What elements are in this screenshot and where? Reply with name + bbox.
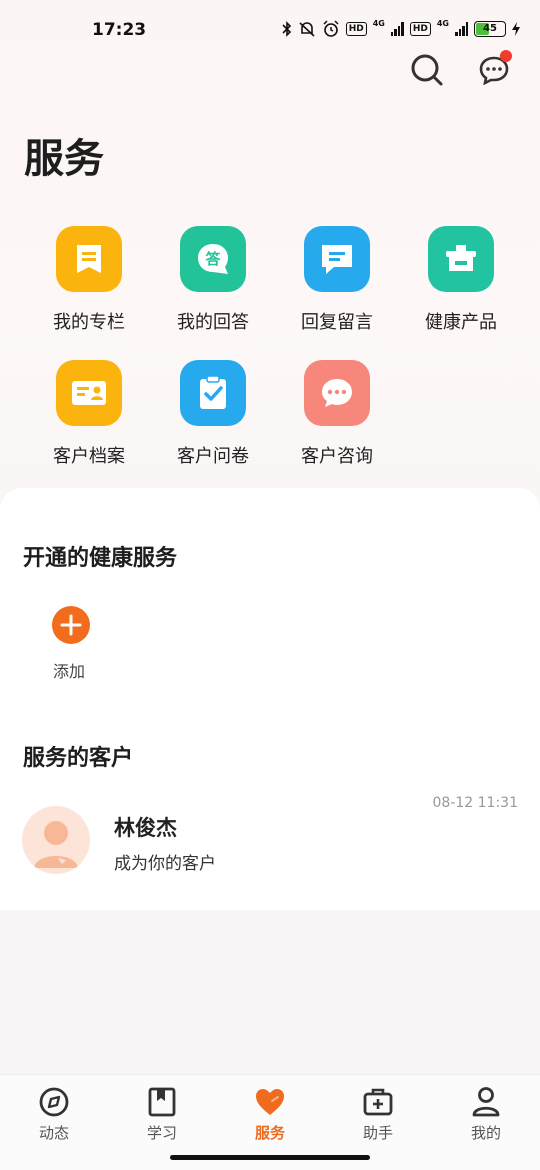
tab-label: 学习: [146, 1124, 177, 1142]
service-label: 我的专栏: [53, 312, 125, 333]
search-button[interactable]: [407, 50, 447, 90]
network-type: 4G: [372, 19, 385, 28]
customer-time: 08-12 11:31: [432, 795, 518, 811]
service-label: 客户问卷: [177, 446, 249, 467]
questionnaire-icon: [180, 360, 246, 426]
network-type: 4G: [436, 19, 449, 28]
hd-badge: HD: [345, 22, 367, 36]
tab-study[interactable]: 学习: [108, 1085, 216, 1143]
tab-assistant[interactable]: 助手: [324, 1085, 432, 1143]
service-questionnaire[interactable]: 客户问卷: [151, 360, 275, 490]
battery-level: 45: [483, 23, 497, 34]
health-product-icon: [428, 226, 494, 292]
alarm-icon: [322, 20, 340, 38]
add-service-label: 添加: [53, 662, 86, 681]
heart-icon: [253, 1085, 287, 1119]
hd-badge: HD: [409, 22, 431, 36]
tab-label: 助手: [362, 1124, 393, 1142]
status-bar: 17:23 HD 4G HD 4G 45: [0, 0, 540, 60]
tab-dynamics[interactable]: 动态: [0, 1085, 108, 1143]
status-time: 17:23: [92, 20, 147, 40]
status-icons: HD 4G HD 4G 45: [282, 20, 520, 38]
customer-name: 林俊杰: [114, 816, 177, 840]
home-indicator: [170, 1155, 370, 1160]
medical-kit-icon: [361, 1085, 395, 1119]
tab-mine[interactable]: 我的: [432, 1085, 540, 1143]
signal-icon: [455, 22, 468, 36]
answer-icon: 答: [180, 226, 246, 292]
service-customer-file[interactable]: 客户档案: [27, 360, 151, 490]
mute-icon: [298, 21, 316, 37]
plus-icon: [60, 614, 82, 636]
page-title: 服务: [24, 136, 104, 182]
signal-icon: [390, 22, 404, 36]
search-icon: [411, 54, 443, 86]
service-label: 回复留言: [301, 312, 373, 333]
tab-label: 我的: [470, 1124, 501, 1142]
bookmark-book-icon: [145, 1085, 179, 1119]
service-my-answer[interactable]: 答 我的回答: [151, 226, 275, 356]
customer-subtitle: 成为你的客户: [114, 854, 216, 874]
service-consult[interactable]: 客户咨询: [275, 360, 399, 490]
service-label: 客户咨询: [301, 446, 373, 467]
user-icon: [469, 1085, 503, 1119]
service-reply-message[interactable]: 回复留言: [275, 226, 399, 356]
tab-label: 动态: [38, 1124, 69, 1142]
consult-icon: [304, 360, 370, 426]
customer-file-icon: [56, 360, 122, 426]
service-label: 健康产品: [425, 312, 497, 333]
service-health-product[interactable]: 健康产品: [399, 226, 523, 356]
column-icon: [56, 226, 122, 292]
reply-message-icon: [304, 226, 370, 292]
battery-icon: 45: [474, 21, 506, 37]
health-services-title: 开通的健康服务: [23, 546, 178, 571]
service-my-column[interactable]: 我的专栏: [27, 226, 151, 356]
charging-icon: [512, 22, 520, 36]
add-service-button[interactable]: [52, 606, 90, 644]
bluetooth-icon: [282, 21, 292, 37]
tab-label: 服务: [254, 1124, 285, 1142]
customers-title: 服务的客户: [23, 746, 134, 771]
service-label: 我的回答: [177, 312, 249, 333]
service-label: 客户档案: [53, 446, 125, 467]
notification-dot: [500, 50, 512, 62]
message-button[interactable]: [474, 50, 514, 90]
avatar: [22, 806, 90, 874]
tab-service[interactable]: 服务: [216, 1085, 324, 1143]
compass-icon: [37, 1085, 71, 1119]
answer-glyph: 答: [205, 250, 221, 268]
